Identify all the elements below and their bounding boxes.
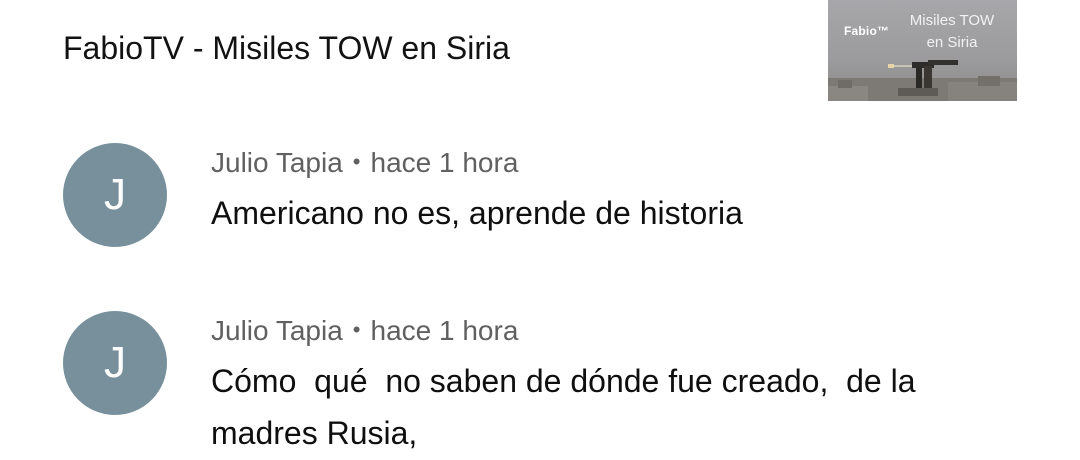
avatar[interactable]: J	[63, 311, 167, 415]
meta-separator: •	[352, 149, 361, 174]
comment-time: hace 1 hora	[370, 147, 519, 178]
thumbnail-caption: Misiles TOW en Siria	[892, 10, 1012, 54]
avatar[interactable]: J	[63, 143, 167, 247]
video-header[interactable]: FabioTV - Misiles TOW en Siria Fabio™ Mi…	[0, 0, 1080, 110]
thumbnail-caption-line2: en Siria	[926, 34, 978, 51]
comment-author[interactable]: Julio Tapia	[211, 147, 343, 178]
comment-author[interactable]: Julio Tapia	[211, 315, 343, 346]
video-thumbnail[interactable]: Fabio™ Misiles TOW en Siria	[828, 0, 1017, 101]
comment-time: hace 1 hora	[370, 315, 519, 346]
comment-meta: Julio Tapia • hace 1 hora	[211, 313, 518, 348]
comment-meta: Julio Tapia • hace 1 hora	[211, 145, 518, 180]
comment-text: Cómo qué no saben de dónde fue creado, d…	[211, 363, 925, 451]
thumbnail-brand: Fabio™	[844, 24, 890, 38]
thumbnail-caption-line1: Misiles TOW	[909, 12, 995, 29]
comment-text: Americano no es, aprende de historia	[211, 195, 743, 231]
video-title[interactable]: FabioTV - Misiles TOW en Siria	[63, 28, 510, 68]
meta-separator: •	[352, 317, 361, 342]
